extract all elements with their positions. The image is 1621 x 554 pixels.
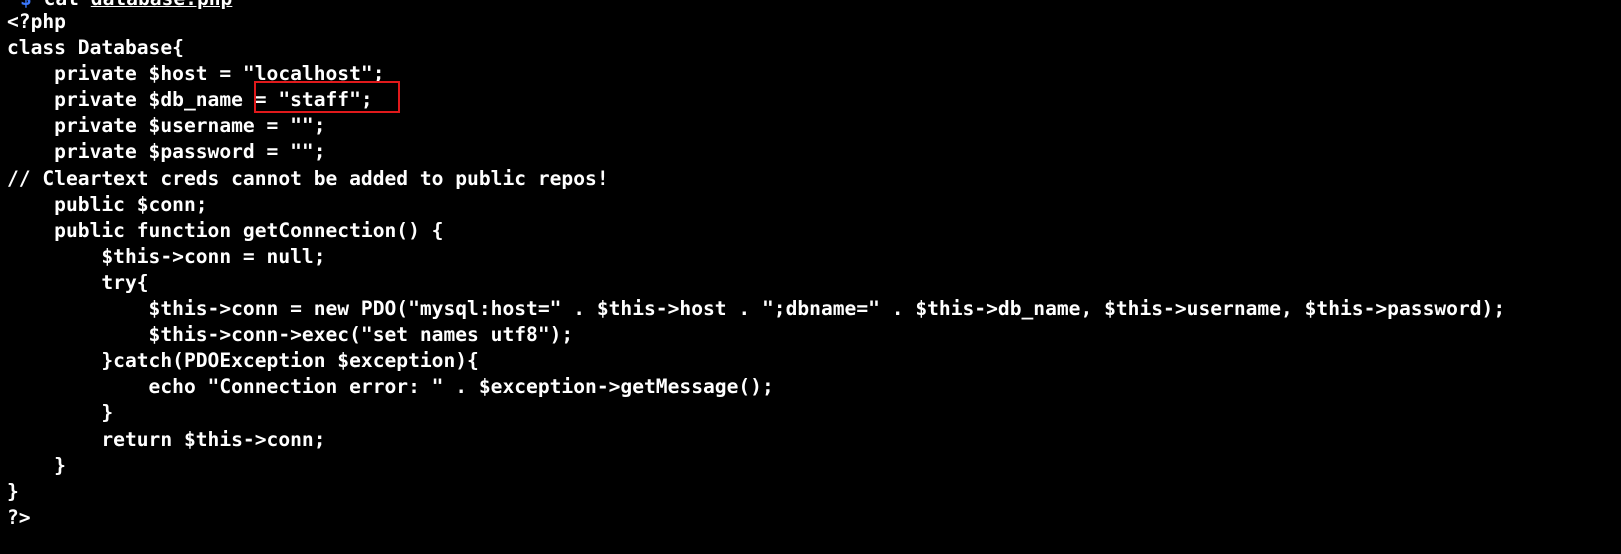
code-line-php-open: <?php bbox=[7, 10, 66, 33]
code-line-db-name: private $db_name = "staff"; bbox=[7, 88, 373, 112]
code-line-comment: // Cleartext creds cannot be added to pu… bbox=[7, 166, 609, 190]
code-line-function-close: } bbox=[7, 453, 66, 477]
file-output: <?php class Database{ private $host = "lo… bbox=[7, 9, 1505, 531]
code-line-new-pdo: $this->conn = new PDO("mysql:host=" . $t… bbox=[7, 297, 1506, 321]
terminal-window[interactable]: $ cat database.php <?phpclass Database{ … bbox=[0, 0, 1621, 554]
code-line-echo: echo "Connection error: " . $exception->… bbox=[7, 375, 774, 399]
code-line-catch: }catch(PDOException $exception){ bbox=[7, 349, 479, 373]
code-line-catch-close: } bbox=[7, 401, 114, 425]
code-line-class-decl: class Database{ bbox=[7, 36, 184, 60]
code-line-host: private $host = "localhost"; bbox=[7, 62, 385, 86]
code-line-conn-null: $this->conn = null; bbox=[7, 244, 326, 268]
code-line-username: private $username = ""; bbox=[7, 114, 326, 138]
code-line-try: try{ bbox=[7, 270, 149, 294]
code-line-php-close: ?> bbox=[7, 505, 31, 529]
code-line-conn-prop: public $conn; bbox=[7, 192, 208, 216]
code-line-class-close: } bbox=[7, 479, 19, 503]
code-line-return: return $this->conn; bbox=[7, 427, 326, 451]
code-line-exec: $this->conn->exec("set names utf8"); bbox=[7, 323, 574, 347]
code-line-function-decl: public function getConnection() { bbox=[7, 218, 444, 242]
code-line-password: private $password = ""; bbox=[7, 140, 326, 164]
